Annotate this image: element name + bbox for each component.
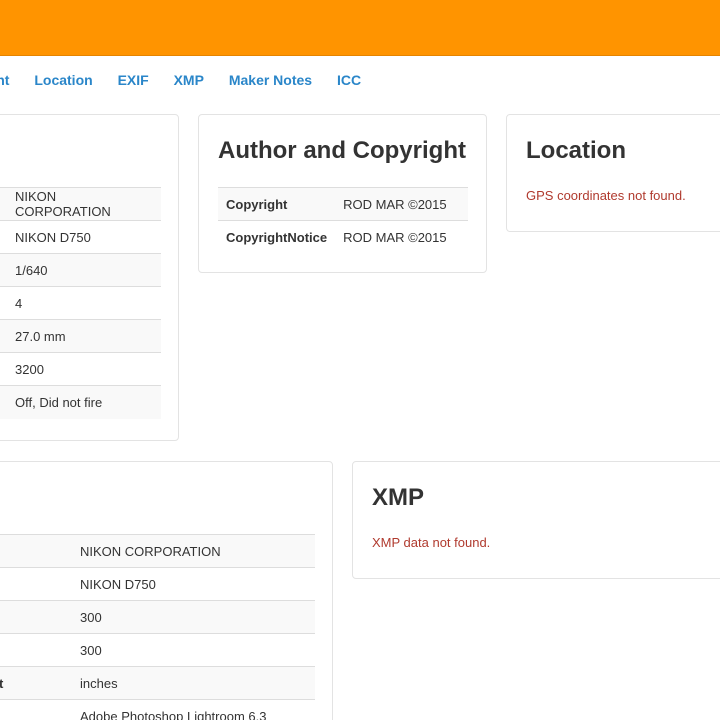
section-nav: pyright Location EXIF XMP Maker Notes IC…: [0, 72, 382, 90]
table-cell-key: [0, 633, 72, 667]
table-row: Off, Did not fire: [0, 385, 161, 419]
exif-card: NIKON CORPORATION NIKON D750 300 300 t i…: [0, 461, 333, 720]
table-cell-value: Adobe Photoshop Lightroom 6.3: [72, 699, 315, 720]
table-cell-key: [0, 567, 72, 601]
table-cell-value: 4: [0, 286, 161, 320]
xmp-not-found-message: XMP data not found.: [372, 535, 491, 550]
gps-not-found-message: GPS coordinates not found.: [526, 188, 686, 203]
table-row: NIKON D750: [0, 567, 315, 601]
card-title: Author and Copyright: [218, 137, 466, 164]
table-cell-value: 300: [72, 600, 315, 634]
table-cell-value: NIKON D750: [0, 220, 161, 254]
table-row: NIKON CORPORATION: [0, 534, 315, 568]
table-row: 300: [0, 600, 315, 634]
camera-card: NIKON CORPORATION NIKON D750 1/640 4 27.…: [0, 114, 179, 441]
nav-link-location[interactable]: Location: [34, 72, 92, 88]
table-cell-value: 3200: [0, 352, 161, 386]
table-cell-key: [0, 534, 72, 568]
camera-table: NIKON CORPORATION NIKON D750 1/640 4 27.…: [0, 187, 161, 419]
table-cell-value: ROD MAR ©2015: [335, 187, 468, 221]
table-cell-key: [0, 699, 72, 720]
card-title: Location: [526, 137, 626, 164]
nav-link-maker-notes[interactable]: Maker Notes: [229, 72, 312, 88]
table-cell-value: inches: [72, 666, 315, 700]
table-cell-key: [0, 600, 72, 634]
table-cell-key: Copyright: [218, 187, 336, 221]
table-cell-key: t: [0, 666, 72, 700]
header-bar: [0, 0, 720, 56]
card-title: XMP: [372, 484, 425, 511]
xmp-card: XMP XMP data not found.: [352, 461, 720, 579]
author-copyright-card: Author and Copyright Copyright ROD MAR ©…: [198, 114, 487, 273]
table-cell-value: 27.0 mm: [0, 319, 161, 353]
table-cell-key: CopyrightNotice: [218, 220, 336, 254]
table-cell-value: 1/640: [0, 253, 161, 287]
author-table: Copyright ROD MAR ©2015 CopyrightNotice …: [218, 187, 468, 254]
exif-table: NIKON CORPORATION NIKON D750 300 300 t i…: [0, 534, 315, 720]
nav-link-copyright[interactable]: pyright: [0, 72, 9, 88]
table-row: Copyright ROD MAR ©2015: [218, 187, 468, 221]
nav-link-icc[interactable]: ICC: [337, 72, 361, 88]
table-cell-value: Off, Did not fire: [0, 385, 161, 419]
table-row: t inches: [0, 666, 315, 700]
table-cell-value: NIKON CORPORATION: [72, 534, 315, 568]
table-row: 1/640: [0, 253, 161, 287]
table-row: Adobe Photoshop Lightroom 6.3: [0, 699, 315, 720]
table-row: 300: [0, 633, 315, 667]
nav-link-xmp[interactable]: XMP: [174, 72, 204, 88]
table-cell-value: 300: [72, 633, 315, 667]
table-cell-value: ROD MAR ©2015: [335, 220, 468, 254]
table-row: 27.0 mm: [0, 319, 161, 353]
table-cell-value: NIKON D750: [72, 567, 315, 601]
table-row: NIKON D750: [0, 220, 161, 254]
table-cell-value: NIKON CORPORATION: [0, 187, 161, 221]
table-row: 3200: [0, 352, 161, 386]
table-row: CopyrightNotice ROD MAR ©2015: [218, 220, 468, 254]
table-row: NIKON CORPORATION: [0, 187, 161, 221]
location-card: Location GPS coordinates not found.: [506, 114, 720, 232]
table-row: 4: [0, 286, 161, 320]
page: pyright Location EXIF XMP Maker Notes IC…: [0, 0, 720, 720]
nav-link-exif[interactable]: EXIF: [118, 72, 149, 88]
